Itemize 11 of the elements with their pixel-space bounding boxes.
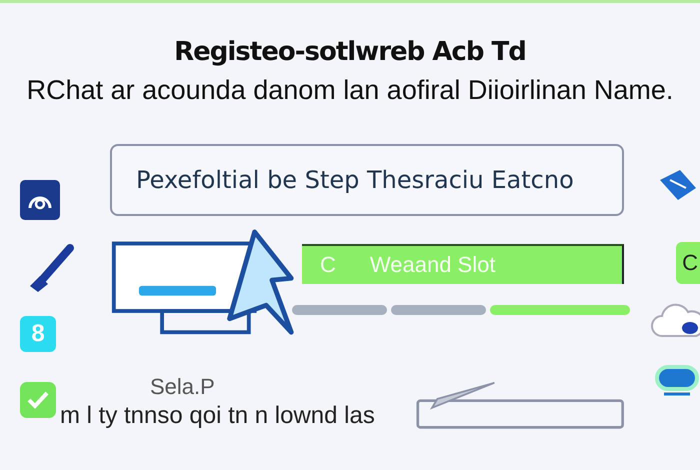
note-text: m l ty tnnso qoi tn n lownd las [60, 402, 376, 430]
app-icon[interactable] [20, 180, 60, 220]
bar-letter: C [320, 252, 336, 278]
checkbox[interactable] [20, 382, 56, 418]
number-tile: 8 [20, 316, 56, 352]
input-field[interactable]: Pexefoltial be Step Thesraciu Eatcno [110, 144, 624, 216]
caption: Sela.P [149, 374, 216, 400]
page-subtitle: RChat ar acounda danom lan aofiral Diioirlinan Name. [26, 75, 674, 106]
bar-label: Weaand Slot [370, 252, 496, 278]
side-button[interactable]: C [676, 242, 700, 284]
page-title: Registeo-sotlwreb Acb Td [174, 37, 526, 67]
